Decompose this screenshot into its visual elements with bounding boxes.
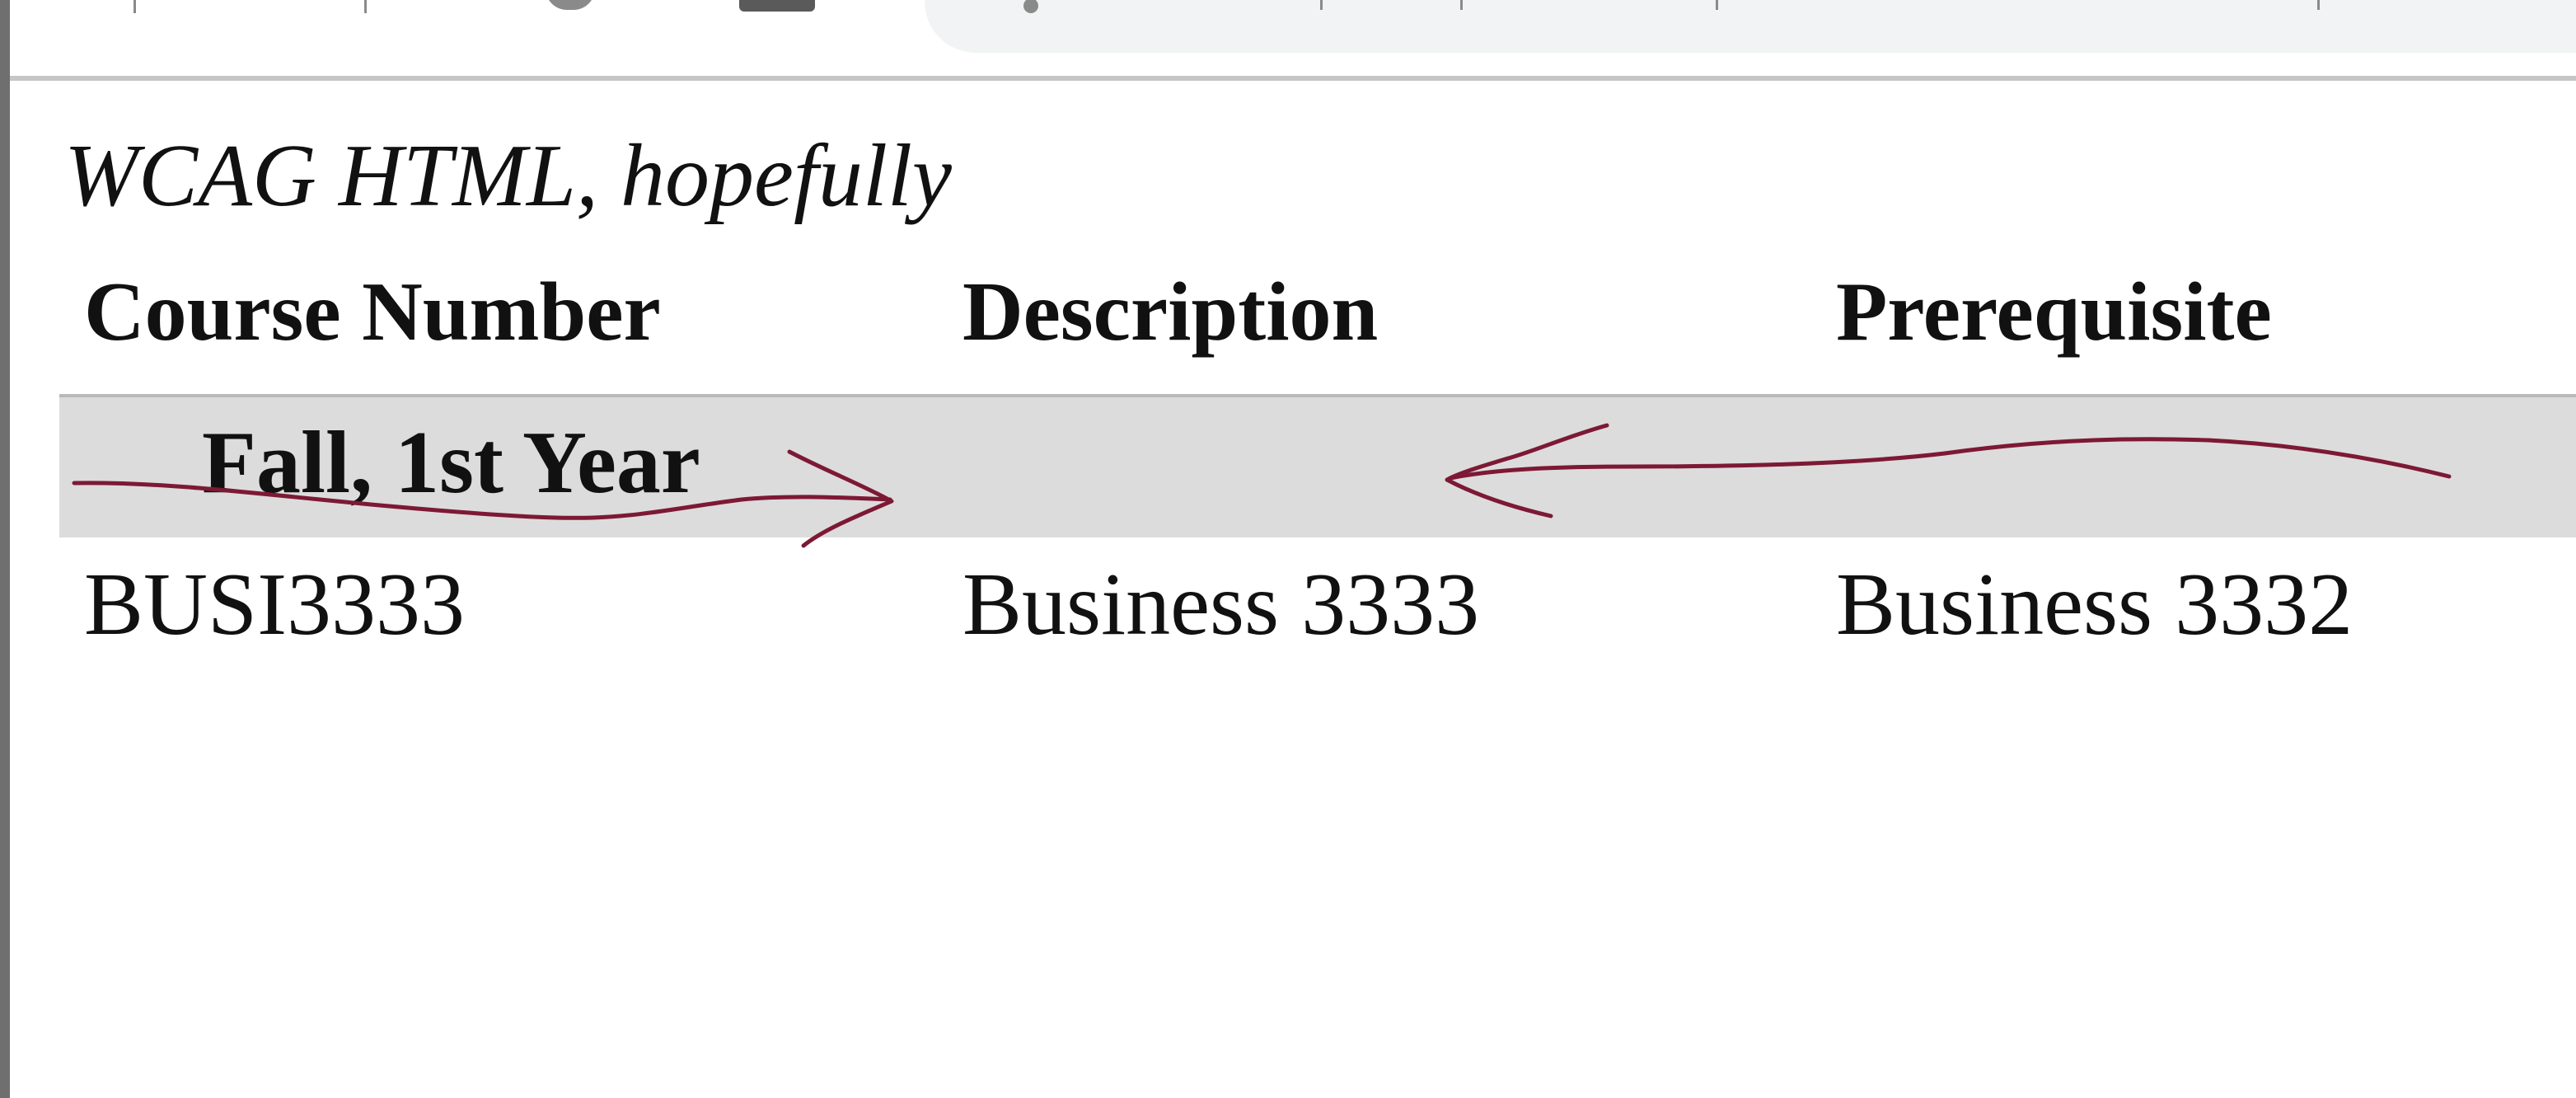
address-bar-divider (1460, 0, 1463, 10)
toolbar-icon-fragment (364, 0, 367, 13)
column-header-prerequisite: Prerequisite (1836, 265, 2272, 359)
address-bar-divider (1320, 0, 1323, 10)
table-caption: WCAG HTML, hopefully (64, 127, 952, 225)
profile-icon[interactable] (546, 0, 595, 10)
cell-prerequisite: Business 3332 (1836, 556, 2354, 654)
toolbar-divider (10, 76, 2576, 81)
address-bar-icon (1023, 0, 1038, 13)
browser-toolbar (10, 0, 2576, 79)
window-left-border (0, 0, 10, 1098)
extension-icon[interactable] (739, 0, 815, 12)
toolbar-icon-fragment (133, 0, 136, 13)
cell-description: Business 3333 (962, 556, 1480, 654)
address-bar-divider (1716, 0, 1718, 10)
address-bar[interactable] (925, 0, 2576, 53)
column-header-course-number: Course Number (84, 265, 661, 359)
address-bar-divider (2317, 0, 2320, 10)
column-header-description: Description (962, 265, 1379, 359)
cell-course-number: BUSI3333 (84, 556, 466, 654)
group-header-label: Fall, 1st Year (202, 414, 700, 512)
